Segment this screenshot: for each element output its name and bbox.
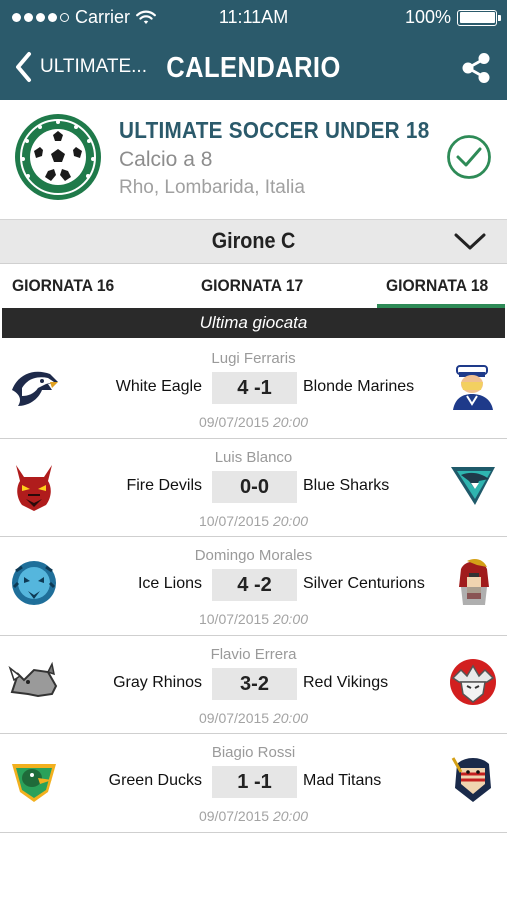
match-venue: Flavio Errera [210, 645, 297, 663]
match-date: 09/07/2015 [198, 709, 270, 726]
home-team: Ice Lions [137, 575, 202, 592]
team-name: ULTIMATE SOCCER UNDER 18 [119, 117, 430, 143]
chevron-down-icon[interactable] [453, 230, 487, 254]
lion-icon [12, 561, 56, 605]
top-bar: Carrier 11:11AM 100% ULTIMATE... CALENDA… [0, 0, 507, 100]
team-header: ULTIMATE SOCCER UNDER 18 Calcio a 8 Rho,… [0, 100, 507, 220]
match-score: 4 -2 [212, 569, 297, 601]
match-score: 0-0 [212, 470, 297, 503]
status-bar: Carrier 11:11AM 100% [0, 0, 507, 34]
match-score: 4 -1 [212, 372, 297, 404]
home-team: Fire Devils [126, 476, 202, 494]
match-time: 20:00 [272, 414, 308, 430]
match-score: 3-2 [212, 667, 297, 700]
match-date: 09/07/2015 [198, 414, 270, 430]
match-date: 10/07/2015 [198, 512, 270, 529]
away-team: Blonde Marines [303, 378, 415, 395]
away-team: Silver Centurions [303, 575, 425, 592]
team-location: Rho, Lombarida, Italia [119, 177, 305, 198]
eagle-icon [12, 371, 58, 406]
match-row[interactable]: Domingo Morales Ice Lions 4 -2 Silver Ce… [0, 537, 507, 636]
check-circle-icon[interactable] [446, 134, 492, 180]
match-time: 20:00 [272, 512, 308, 529]
match-venue: Biagio Rossi [211, 744, 296, 761]
titan-icon [451, 757, 491, 802]
away-team: Mad Titans [303, 772, 382, 789]
viking-icon [450, 658, 496, 705]
home-team: White Eagle [115, 378, 202, 395]
battery-icon [457, 9, 501, 26]
nav-bar: ULTIMATE... CALENDARIO [0, 34, 507, 100]
home-team: Green Ducks [108, 772, 202, 789]
match-datetime: 10/07/2015 20:00 [0, 513, 507, 529]
page-title: CALENDARIO [166, 52, 341, 84]
match-score: 1 -1 [212, 766, 297, 798]
home-team: Gray Rhinos [113, 673, 202, 691]
match-venue: Domingo Morales [194, 547, 313, 564]
match-time: 20:00 [272, 611, 308, 627]
match-row[interactable]: Flavio Errera Gray Rhinos 3-2 Red Viking… [0, 636, 507, 734]
team-sport: Calcio a 8 [119, 148, 213, 171]
round-tabs: GIORNATA 16 GIORNATA 17 GIORNATA 18 [0, 264, 507, 308]
match-row[interactable]: Luis Blanco Fire Devils 0-0 Blue Sharks … [0, 439, 507, 537]
match-datetime: 10/07/2015 20:00 [0, 611, 507, 627]
chevron-left-icon [16, 52, 31, 82]
match-datetime: 09/07/2015 20:00 [0, 710, 507, 726]
rhino-icon [8, 661, 58, 697]
match-time: 20:00 [272, 808, 308, 824]
centurion-icon [459, 559, 489, 605]
away-team: Red Vikings [303, 673, 389, 691]
devil-icon [16, 464, 52, 511]
team-logo [15, 114, 101, 200]
match-venue: Lugi Ferraris [211, 350, 296, 367]
share-icon[interactable] [459, 51, 493, 85]
match-time: 20:00 [272, 709, 308, 726]
match-date: 10/07/2015 [198, 611, 270, 627]
match-datetime: 09/07/2015 20:00 [0, 808, 507, 824]
match-venue: Luis Blanco [214, 448, 293, 466]
battery-percent: 100% [404, 7, 451, 27]
tab-giornata-16[interactable]: GIORNATA 16 [12, 276, 114, 296]
away-team: Blue Sharks [303, 476, 390, 494]
match-row[interactable]: Lugi Ferraris White Eagle 4 -1 Blonde Ma… [0, 340, 507, 439]
group-selector[interactable]: Girone C [0, 220, 507, 264]
group-title: Girone C [211, 228, 296, 253]
marine-icon [453, 365, 493, 410]
match-datetime: 09/07/2015 20:00 [0, 414, 507, 430]
tab-giornata-18[interactable]: GIORNATA 18 [386, 276, 488, 296]
tab-giornata-17[interactable]: GIORNATA 17 [201, 276, 303, 296]
shark-icon [451, 466, 495, 505]
match-row[interactable]: Biagio Rossi Green Ducks 1 -1 Mad Titans… [0, 734, 507, 833]
match-list: Lugi Ferraris White Eagle 4 -1 Blonde Ma… [0, 340, 507, 833]
match-date: 09/07/2015 [198, 808, 270, 824]
section-header: Ultima giocata [2, 308, 505, 338]
duck-icon [12, 764, 56, 802]
